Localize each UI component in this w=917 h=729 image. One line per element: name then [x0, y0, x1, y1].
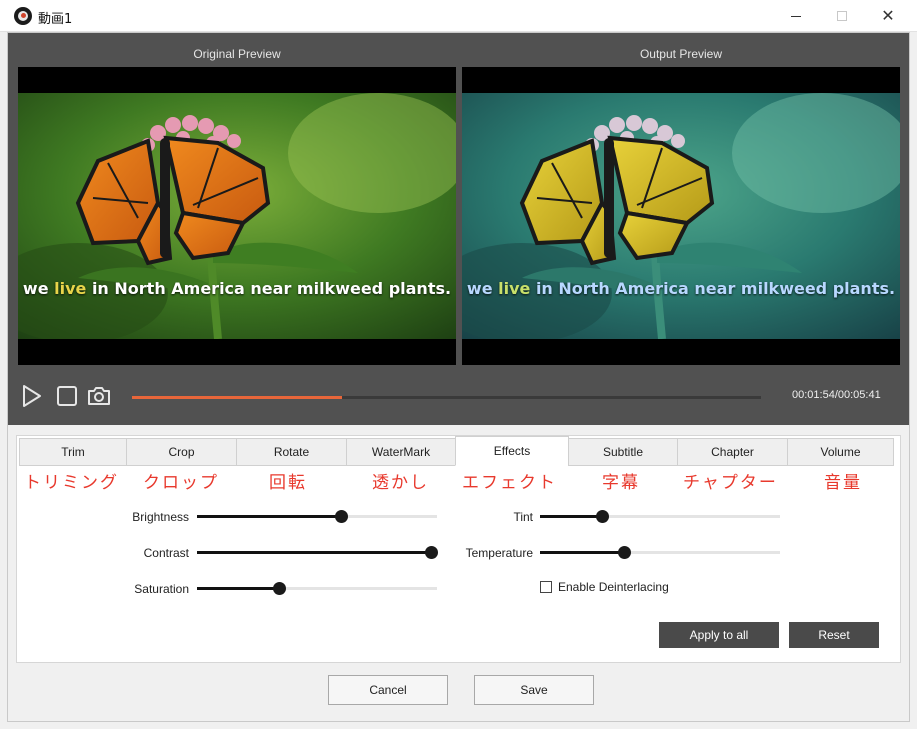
jp-label-subtitle: 字幕	[602, 473, 640, 493]
contrast-label: Contrast	[143, 546, 189, 560]
apply-to-all-button[interactable]: Apply to all	[659, 622, 779, 648]
playback-progress-fill	[132, 396, 343, 399]
temperature-slider[interactable]	[540, 546, 780, 559]
output-video-frame-image: we live in North America near milkweed p…	[462, 93, 900, 339]
subtitle-caption-output: we live in North America near milkweed p…	[466, 279, 896, 298]
maximize-icon	[837, 11, 847, 21]
tab-subtitle[interactable]: Subtitle	[568, 438, 678, 466]
contrast-slider[interactable]	[197, 546, 438, 559]
jp-label-chapter: チャプター	[683, 473, 778, 493]
time-display: 00:01:54/00:05:41	[792, 389, 881, 401]
contrast-slider-thumb[interactable]	[425, 546, 438, 559]
cancel-button[interactable]: Cancel	[328, 675, 448, 705]
jp-label-trim: トリミング	[24, 473, 119, 493]
brightness-label: Brightness	[132, 510, 189, 524]
title-bar: 動画1 ✕	[0, 0, 917, 32]
tab-chapter[interactable]: Chapter	[677, 438, 788, 466]
jp-label-rotate: 回転	[269, 473, 307, 493]
stop-icon[interactable]	[54, 383, 80, 409]
jp-label-watermark: 透かし	[372, 473, 429, 493]
close-icon: ✕	[881, 8, 895, 25]
tab-crop[interactable]: Crop	[126, 438, 237, 466]
maximize-button[interactable]	[819, 0, 865, 32]
subtitle-caption-original: we live in North America near milkweed p…	[22, 279, 452, 298]
saturation-slider-thumb[interactable]	[272, 582, 286, 595]
close-button[interactable]: ✕	[865, 0, 911, 32]
tint-label: Tint	[513, 510, 533, 524]
deinterlace-checkbox[interactable]	[540, 581, 552, 593]
temperature-label: Temperature	[465, 546, 533, 560]
play-icon[interactable]	[18, 383, 44, 409]
settings-panel: Trim Crop Rotate WaterMark Effects Subti…	[16, 435, 901, 663]
app-logo-icon	[14, 7, 32, 25]
playback-progress-bar[interactable]	[132, 396, 761, 399]
saturation-label: Saturation	[134, 582, 189, 596]
tab-rotate[interactable]: Rotate	[236, 438, 347, 466]
minimize-icon	[791, 15, 801, 17]
tab-volume[interactable]: Volume	[787, 438, 894, 466]
tab-watermark[interactable]: WaterMark	[346, 438, 456, 466]
deinterlace-option[interactable]: Enable Deinterlacing	[540, 580, 669, 594]
tab-trim[interactable]: Trim	[19, 438, 127, 466]
tint-slider-thumb[interactable]	[596, 510, 610, 523]
tab-effects[interactable]: Effects	[455, 436, 569, 466]
jp-label-effects: エフェクト	[462, 473, 557, 493]
deinterlace-label: Enable Deinterlacing	[558, 580, 669, 594]
original-preview-label: Original Preview	[193, 47, 281, 61]
preview-area: Original Preview Output Preview we live …	[8, 33, 909, 425]
original-preview-video: we live in North America near milkweed p…	[18, 67, 456, 365]
saturation-slider[interactable]	[197, 582, 437, 595]
brightness-slider[interactable]	[197, 510, 437, 523]
tint-slider[interactable]	[540, 510, 780, 523]
jp-label-volume: 音量	[824, 473, 862, 493]
playback-controls: 00:01:54/00:05:41	[8, 375, 909, 415]
output-preview-label: Output Preview	[639, 47, 723, 61]
window-title: 動画1	[38, 12, 73, 27]
japanese-annotation-row: トリミング クロップ 回転 透かし エフェクト 字幕 チャプター 音量	[17, 468, 902, 493]
brightness-slider-thumb[interactable]	[335, 510, 348, 523]
save-button[interactable]: Save	[474, 675, 594, 705]
original-video-frame-image: we live in North America near milkweed p…	[18, 93, 456, 339]
output-preview-video: we live in North America near milkweed p…	[462, 67, 900, 365]
reset-button[interactable]: Reset	[789, 622, 879, 648]
camera-snapshot-icon[interactable]	[86, 383, 112, 409]
jp-label-crop: クロップ	[143, 473, 219, 493]
minimize-button[interactable]	[773, 0, 819, 32]
temperature-slider-thumb[interactable]	[618, 546, 631, 559]
